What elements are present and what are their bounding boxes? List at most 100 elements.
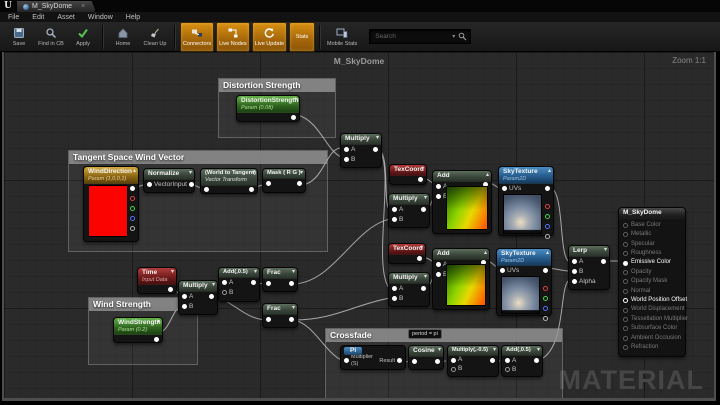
collapse-icon[interactable]: ▾ — [604, 247, 607, 254]
node-add-uv-1[interactable]: Add▴ A B — [432, 170, 492, 234]
output-pin[interactable] — [289, 317, 294, 322]
node-add-05-crossfade[interactable]: Add(,0.5)▾ A B — [501, 345, 543, 377]
comment-title[interactable]: Tangent Space Wind Vector — [69, 151, 327, 164]
collapse-icon[interactable]: ▴ — [484, 250, 487, 257]
chevron-down-icon[interactable]: ▾ — [452, 33, 455, 40]
node-wind-strength-param[interactable]: WindStrengthParam (0.2)▾ — [113, 317, 163, 343]
output-pin[interactable] — [601, 259, 606, 264]
input-pin[interactable] — [266, 181, 271, 186]
rgb-output-pin[interactable] — [130, 186, 135, 191]
alpha-input-pin[interactable] — [572, 279, 577, 284]
output-pin[interactable] — [435, 359, 440, 364]
g-output-pin[interactable] — [543, 296, 548, 301]
node-texcoord-2[interactable]: TexCoord▾ — [388, 243, 426, 264]
node-lerp[interactable]: Lerp▾ A B Alpha — [568, 245, 610, 290]
collapse-icon[interactable]: ▾ — [212, 282, 215, 289]
rgb-output-pin[interactable] — [543, 268, 548, 273]
refraction-pin[interactable] — [623, 345, 628, 350]
normal-pin[interactable] — [623, 289, 628, 294]
a-output-pin[interactable] — [130, 226, 135, 231]
b-input-pin[interactable] — [182, 304, 187, 309]
subsurface-color-pin[interactable] — [623, 326, 628, 331]
multiplier-input-pin[interactable] — [344, 358, 349, 363]
a-input-pin[interactable] — [392, 286, 397, 291]
node-pi[interactable]: Pi Multiplier (S)Result — [340, 345, 406, 370]
a-output-pin[interactable] — [545, 234, 550, 239]
find-in-cb-button[interactable]: Find in CB — [36, 23, 66, 51]
collapse-icon[interactable]: ▴ — [133, 168, 136, 175]
output-pin[interactable] — [418, 177, 423, 182]
g-output-pin[interactable] — [545, 214, 550, 219]
b-input-pin[interactable] — [505, 367, 510, 372]
a-input-pin[interactable] — [505, 358, 510, 363]
material-graph-canvas[interactable]: MATERIAL Distortion Strength Tan — [2, 52, 716, 401]
collapse-icon[interactable]: ▾ — [292, 269, 295, 276]
b-input-pin[interactable] — [344, 157, 349, 162]
b-input-pin[interactable] — [222, 290, 227, 295]
node-distortion-strength-param[interactable]: DistortionStrengthParam (0.08)▾ — [236, 95, 300, 122]
connectors-button[interactable]: Connectors — [180, 22, 214, 52]
uvs-input-pin[interactable] — [502, 186, 507, 191]
opacity-mask-pin[interactable] — [623, 279, 628, 284]
world-displacement-pin[interactable] — [623, 308, 628, 313]
a-input-pin[interactable] — [451, 358, 456, 363]
tab-close-icon[interactable]: × — [81, 3, 85, 10]
a-input-pin[interactable] — [436, 262, 441, 267]
a-input-pin[interactable] — [344, 147, 349, 152]
comment-title[interactable]: Distortion Strength — [219, 79, 335, 92]
output-pin[interactable] — [291, 115, 296, 120]
b-output-pin[interactable] — [543, 306, 548, 311]
clean-up-button[interactable]: Clean Up — [140, 23, 170, 51]
output-pin[interactable] — [490, 358, 495, 363]
metallic-pin[interactable] — [623, 232, 628, 237]
menu-window[interactable]: Window — [88, 14, 113, 21]
a-input-pin[interactable] — [182, 294, 187, 299]
collapse-icon[interactable]: ▾ — [424, 274, 427, 281]
a-input-pin[interactable] — [392, 207, 397, 212]
node-frac-2[interactable]: Frac▾ — [262, 303, 298, 328]
input-pin[interactable] — [266, 281, 271, 286]
output-pin[interactable] — [421, 286, 426, 291]
collapse-icon[interactable]: ▴ — [546, 250, 549, 257]
a-input-pin[interactable] — [436, 184, 441, 189]
collapse-icon[interactable]: ▾ — [294, 97, 297, 104]
node-multiply-distortion[interactable]: Multiply▾ A B — [340, 133, 382, 168]
node-multiply-time[interactable]: Multiply▾ A B — [178, 280, 218, 315]
home-button[interactable]: Home — [108, 23, 138, 51]
output-pin[interactable] — [251, 280, 256, 285]
base-color-pin[interactable] — [623, 223, 628, 228]
node-mask-rg[interactable]: Mask ( R G )▾ — [262, 168, 306, 193]
output-pin[interactable] — [168, 287, 173, 292]
apply-button[interactable]: Apply — [68, 23, 98, 51]
mobile-stats-button[interactable]: Mobile Stats — [325, 23, 359, 51]
r-output-pin[interactable] — [130, 196, 135, 201]
r-output-pin[interactable] — [543, 286, 548, 291]
b-input-pin[interactable] — [436, 194, 441, 199]
collapse-icon[interactable]: ▾ — [292, 305, 295, 312]
output-pin[interactable] — [154, 337, 159, 342]
collapse-icon[interactable]: ▾ — [300, 170, 303, 177]
collapse-icon[interactable]: ▾ — [171, 269, 174, 276]
node-world-to-tangent[interactable]: (World to Tangent)Vector Transform▾ — [200, 168, 258, 194]
input-pin[interactable] — [204, 187, 209, 192]
node-add-uv-2[interactable]: Add▴ A B — [432, 248, 490, 310]
node-normalize[interactable]: Normalize▾ VectorInput — [143, 168, 195, 193]
world-position-offset-pin[interactable] — [623, 298, 628, 303]
save-button[interactable]: Save — [4, 23, 34, 51]
a-input-pin[interactable] — [222, 280, 227, 285]
menu-asset[interactable]: Asset — [57, 14, 75, 21]
output-pin[interactable] — [373, 147, 378, 152]
collapse-icon[interactable]: ▾ — [493, 347, 496, 354]
collapse-icon[interactable]: ▾ — [438, 347, 441, 354]
input-pin[interactable] — [266, 317, 271, 322]
b-input-pin[interactable] — [436, 272, 441, 277]
specular-pin[interactable] — [623, 242, 628, 247]
asset-tab[interactable]: M_SkyDome × — [16, 0, 96, 12]
live-update-button[interactable]: Live Update — [252, 22, 287, 52]
node-multiply-uv-1[interactable]: Multiply▾ A B — [388, 193, 430, 228]
collapse-icon[interactable]: ▾ — [376, 135, 379, 142]
node-material-output[interactable]: M_SkyDome Base Color Metallic Specular R… — [618, 207, 686, 357]
g-output-pin[interactable] — [130, 206, 135, 211]
b-input-pin[interactable] — [572, 269, 577, 274]
collapse-icon[interactable]: ▾ — [157, 319, 160, 326]
